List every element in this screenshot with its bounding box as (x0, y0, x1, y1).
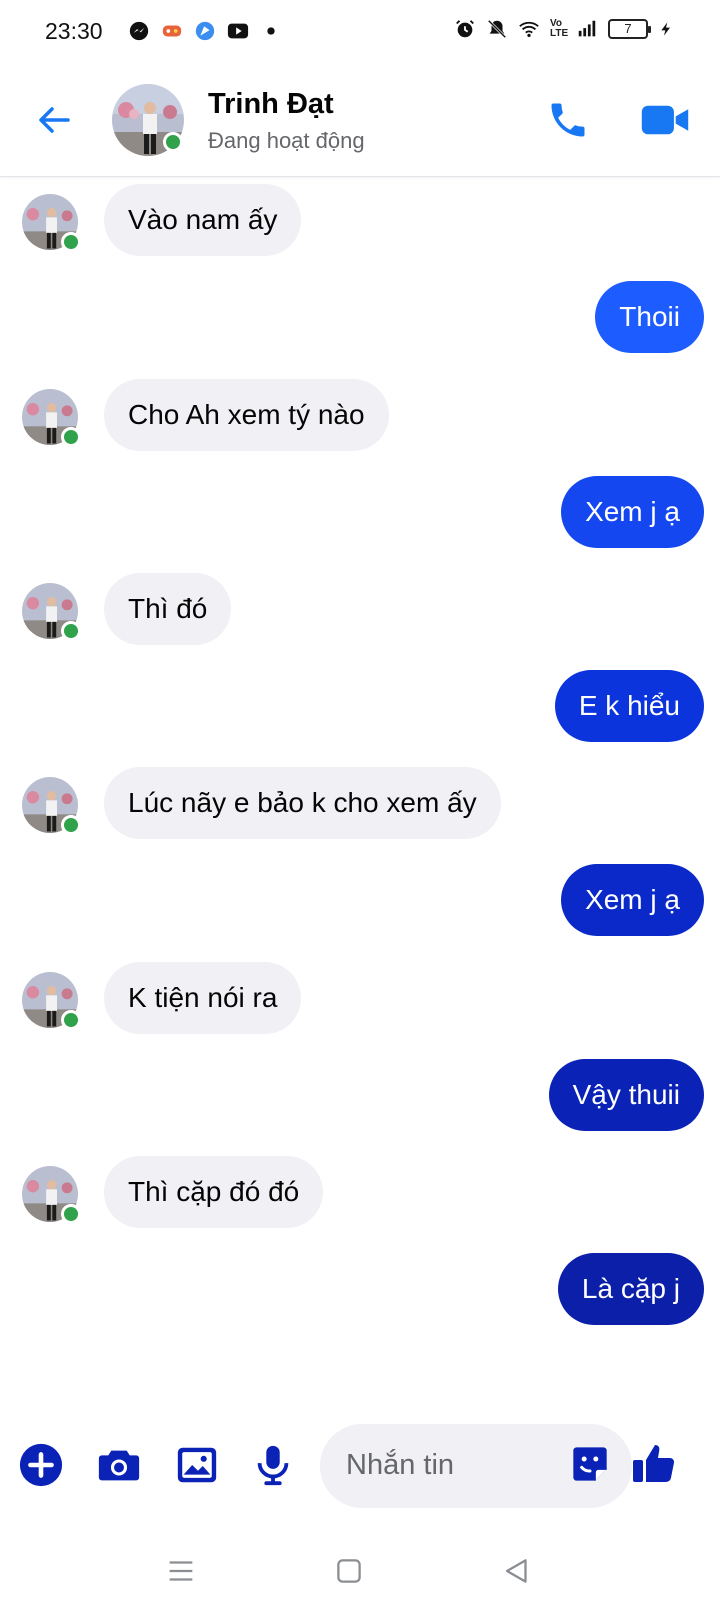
image-gallery-icon[interactable] (174, 1442, 220, 1488)
received-message-bubble[interactable]: Thì cặp đó đó (104, 1156, 324, 1228)
wifi-icon (519, 21, 539, 38)
system-navigation-bar (0, 1540, 720, 1612)
game-icon (162, 25, 182, 37)
online-status-dot (61, 621, 81, 641)
online-status-dot (61, 1204, 81, 1224)
sent-message-bubble[interactable]: Vậy thuii (548, 1059, 704, 1131)
sent-message-bubble[interactable]: Xem j ạ (561, 476, 704, 548)
conversation-header: Trinh Đạt Đang hoạt động (0, 64, 720, 177)
camera-icon[interactable] (96, 1442, 142, 1488)
alarm-icon (456, 20, 474, 38)
phone-icon[interactable] (546, 98, 590, 142)
message-row-received: Cho Ah xem tý nào (0, 379, 720, 451)
home-square-icon[interactable] (332, 1554, 366, 1588)
youtube-icon (227, 23, 249, 39)
volte-indicator: Vo LTE (550, 18, 569, 39)
charging-icon (661, 22, 670, 36)
status-time: 23:30 (45, 18, 103, 44)
thumbs-up-icon[interactable] (630, 1440, 678, 1488)
sent-message-bubble[interactable]: E k hiểu (554, 670, 704, 742)
message-row-sent: Xem j ạ (0, 476, 720, 548)
messenger-icon (129, 21, 149, 41)
microphone-icon[interactable] (250, 1442, 296, 1488)
video-camera-icon[interactable] (640, 98, 690, 142)
message-row-sent: Thoii (0, 281, 720, 353)
notification-icons (128, 20, 282, 42)
add-icon[interactable] (18, 1442, 64, 1488)
sent-message-bubble[interactable]: Xem j ạ (561, 864, 704, 936)
contact-status: Đang hoạt động (208, 128, 365, 153)
online-status-dot (163, 132, 183, 152)
message-row-sent: Vậy thuii (0, 1059, 720, 1131)
system-icons: Vo LTE 7 (454, 18, 674, 40)
online-status-dot (61, 815, 81, 835)
message-row-received: Thì đó (0, 573, 720, 645)
message-input[interactable]: Nhắn tin (320, 1424, 632, 1508)
browser-icon (195, 21, 215, 41)
message-row-received: Thì cặp đó đó (0, 1156, 720, 1228)
back-arrow-icon[interactable] (34, 100, 74, 140)
message-row-sent: Xem j ạ (0, 864, 720, 936)
back-triangle-icon[interactable] (500, 1554, 534, 1588)
message-row-sent: E k hiểu (0, 670, 720, 742)
message-row-received: Lúc nãy e bảo k cho xem ấy (0, 767, 720, 839)
message-composer: Nhắn tin (0, 1420, 720, 1510)
sticker-icon[interactable] (570, 1444, 610, 1484)
online-status-dot (61, 232, 81, 252)
contact-name[interactable]: Trinh Đạt (208, 88, 334, 121)
received-message-bubble[interactable]: Vào nam ấy (104, 184, 302, 256)
signal-icon (578, 20, 596, 37)
received-message-bubble[interactable]: Thì đó (104, 573, 232, 645)
message-row-received: K tiện nói ra (0, 962, 720, 1034)
menu-icon[interactable] (164, 1554, 198, 1588)
message-row-sent: Là cặp j (0, 1253, 720, 1325)
sent-message-bubble[interactable]: Thoii (595, 281, 704, 353)
message-row-received: Vào nam ấy (0, 184, 720, 256)
received-message-bubble[interactable]: Lúc nãy e bảo k cho xem ấy (104, 767, 501, 839)
sent-message-bubble[interactable]: Là cặp j (557, 1253, 704, 1325)
received-message-bubble[interactable]: K tiện nói ra (104, 962, 302, 1034)
message-input-placeholder: Nhắn tin (346, 1449, 455, 1481)
online-status-dot (61, 427, 81, 447)
dot-icon (267, 27, 275, 35)
received-message-bubble[interactable]: Cho Ah xem tý nào (104, 379, 389, 451)
status-bar: 23:30 Vo LTE 7 (0, 0, 720, 64)
mute-icon (487, 19, 507, 39)
battery-icon: 7 (608, 19, 651, 39)
online-status-dot (61, 1010, 81, 1030)
